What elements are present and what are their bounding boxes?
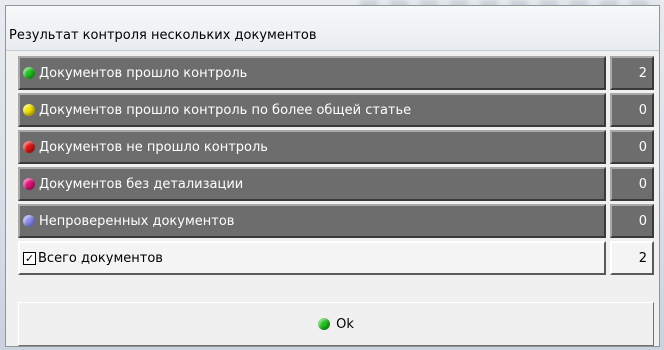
row-count: 0 [638,176,647,192]
row-label: Документов без детализации [39,176,244,192]
checkmark-icon[interactable]: ✓ [23,251,36,265]
row-label: Документов прошло контроль по более обще… [39,102,412,118]
title-bar[interactable]: Результат контроля нескольких документов [6,6,659,51]
yellow-status-dot-icon [23,104,35,116]
green-status-dot-icon [23,67,35,79]
row-count-cell: 2 [610,56,654,90]
row-count-cell: 0 [610,167,654,201]
row-label-cell: ✓ Всего документов [18,241,606,275]
window-title: Результат контроля нескольких документов [9,28,317,43]
row-count-cell: 0 [610,93,654,127]
total-label: Всего документов [38,250,163,266]
row-label-cell: Документов не прошло контроль [18,130,606,164]
row-label: Непроверенных документов [39,213,235,229]
row-failed: Документов не прошло контроль 0 [18,130,654,164]
row-total: ✓ Всего документов 2 [18,241,654,275]
total-count: 2 [638,250,647,266]
row-unchecked: Непроверенных документов 0 [18,204,654,238]
row-passed-general: Документов прошло контроль по более обще… [18,93,654,127]
button-panel: Ok [18,302,654,346]
row-count: 0 [638,139,647,155]
lavender-status-dot-icon [23,215,35,227]
green-status-dot-icon [318,318,331,330]
results-dialog: Результат контроля нескольких документов… [5,5,660,347]
results-table: Документов прошло контроль 2 Документов … [18,56,654,278]
row-label: Документов прошло контроль [39,65,248,81]
row-passed: Документов прошло контроль 2 [18,56,654,90]
ok-button-label: Ok [336,316,354,332]
red-status-dot-icon [23,141,35,153]
ok-button[interactable]: Ok [19,303,653,345]
row-count-cell: 2 [610,241,654,275]
row-no-detail: Документов без детализации 0 [18,167,654,201]
magenta-status-dot-icon [23,178,35,190]
row-label-cell: Документов прошло контроль по более обще… [18,93,606,127]
row-label-cell: Документов прошло контроль [18,56,606,90]
row-label-cell: Документов без детализации [18,167,606,201]
row-label-cell: Непроверенных документов [18,204,606,238]
row-count-cell: 0 [610,204,654,238]
row-count: 0 [638,102,647,118]
row-count: 0 [638,213,647,229]
row-label: Документов не прошло контроль [39,139,268,155]
row-count-cell: 0 [610,130,654,164]
row-count: 2 [638,65,647,81]
